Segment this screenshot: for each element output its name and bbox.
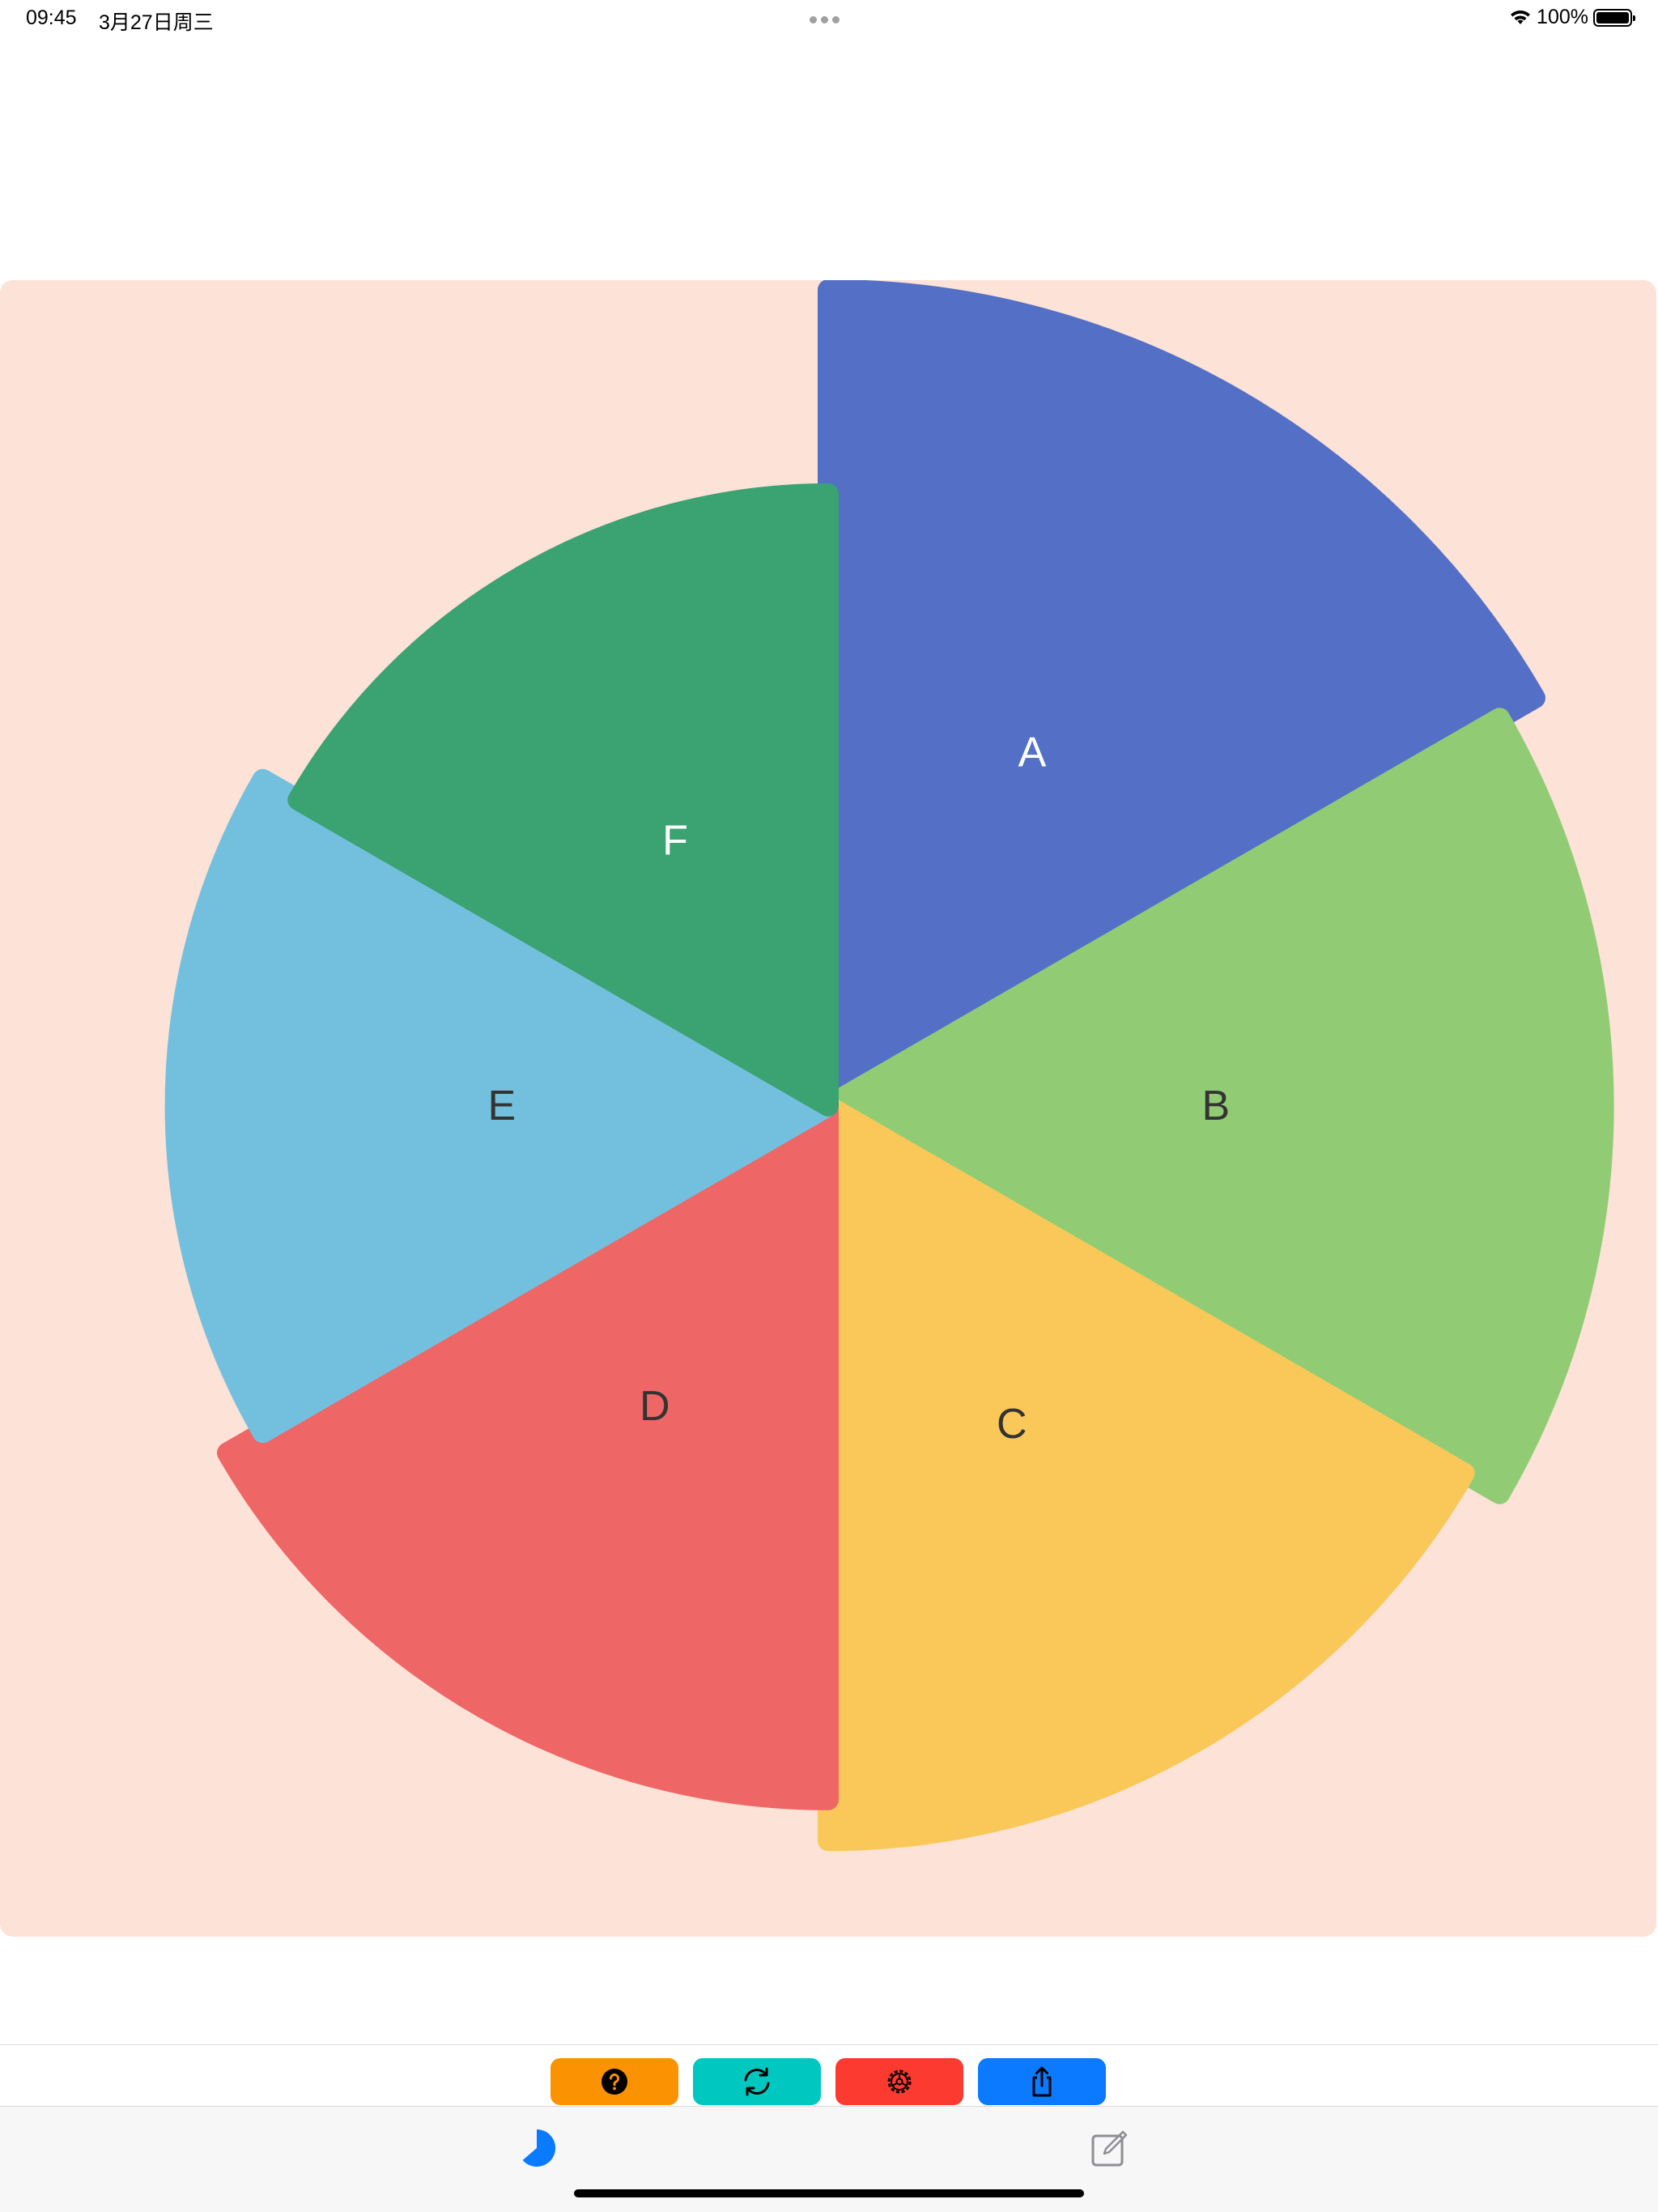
battery-icon: [1593, 8, 1635, 27]
question-circle-icon: [602, 2069, 627, 2095]
chart-panel: A B C D E F: [0, 280, 1656, 1937]
share-button[interactable]: [978, 2058, 1106, 2105]
help-button[interactable]: [551, 2058, 678, 2105]
rose-label-b: B: [1201, 1083, 1230, 1129]
status-date: 3月27日周三: [99, 11, 214, 34]
rose-label-a: A: [1018, 730, 1047, 776]
action-toolbar: [551, 2058, 1106, 2105]
multitasking-dots-icon[interactable]: [810, 16, 840, 23]
refresh-icon: [744, 2067, 770, 2096]
rose-label-f: F: [662, 818, 688, 865]
rose-chart[interactable]: A B C D E F: [0, 280, 1656, 1937]
settings-button[interactable]: [835, 2058, 963, 2105]
status-time: 09:45: [26, 6, 77, 29]
gear-icon: [887, 2069, 912, 2094]
home-indicator: [574, 2189, 1084, 2197]
chart-slices: [164, 280, 1614, 1852]
edit-icon: [1091, 2130, 1128, 2167]
wifi-icon: [1511, 10, 1531, 24]
share-icon: [1032, 2066, 1052, 2097]
tab-edit[interactable]: [1090, 2128, 1130, 2168]
rose-label-e: E: [487, 1083, 516, 1129]
refresh-button[interactable]: [693, 2058, 821, 2105]
rose-label-d: D: [640, 1383, 670, 1430]
status-bar: 09:45 3月27日周三 100%: [0, 0, 1658, 39]
pie-chart-icon: [522, 2129, 556, 2167]
battery-percentage: 100%: [1537, 6, 1588, 28]
tab-chart[interactable]: [517, 2128, 557, 2168]
toolbar-divider: [0, 2044, 1658, 2045]
rose-label-c: C: [997, 1401, 1027, 1448]
status-indicators: 100%: [1509, 6, 1635, 29]
